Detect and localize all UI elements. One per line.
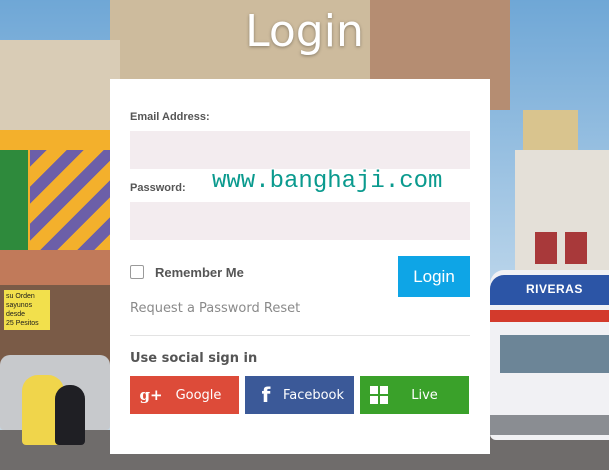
store-sign: su Orden sayunos desde 25 Pesitos: [4, 290, 50, 330]
building: [515, 150, 609, 270]
page-title: Login: [245, 6, 364, 57]
social-heading: Use social sign in: [130, 351, 258, 366]
remember-checkbox[interactable]: [130, 265, 144, 279]
password-label: Password:: [130, 182, 186, 194]
live-signin-button[interactable]: Live: [360, 376, 469, 414]
remember-label: Remember Me: [155, 264, 244, 280]
bus-sign: RIVERAS: [526, 282, 583, 296]
window: [535, 232, 557, 264]
facebook-label: Facebook: [282, 387, 345, 403]
storefront-stripes: [30, 150, 110, 250]
password-reset-link[interactable]: Request a Password Reset: [130, 301, 300, 316]
remember-me[interactable]: Remember Me: [130, 263, 244, 281]
window: [565, 232, 587, 264]
google-label: Google: [175, 387, 222, 403]
pedestrian: [55, 385, 85, 445]
google-signin-button[interactable]: g+ Google: [130, 376, 239, 414]
divider: [130, 335, 470, 336]
facebook-signin-button[interactable]: f Facebook: [245, 376, 354, 414]
google-plus-icon: g+: [139, 386, 163, 404]
bus-windshield: [500, 335, 609, 373]
windows-icon: [370, 386, 388, 404]
storefront-wall: [0, 150, 28, 250]
email-label: Email Address:: [130, 111, 210, 123]
login-button[interactable]: Login: [398, 256, 470, 297]
password-field[interactable]: [130, 202, 470, 240]
watermark: www.banghaji.com: [212, 168, 443, 195]
facebook-icon: f: [261, 383, 271, 407]
email-field[interactable]: [130, 131, 470, 169]
login-card: Email Address: Password: Remember Me Log…: [110, 79, 490, 454]
live-label: Live: [411, 387, 438, 403]
tile-roof: [0, 250, 110, 290]
bus-bumper: [490, 415, 609, 435]
bus-stripe: [490, 310, 609, 322]
